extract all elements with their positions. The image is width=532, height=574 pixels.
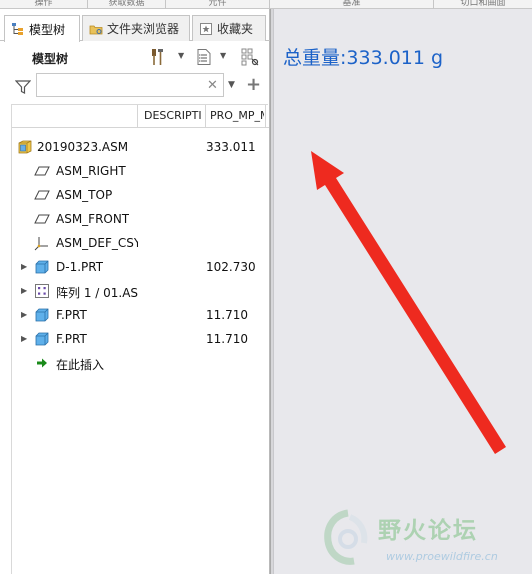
watermark-title: 野火论坛 — [378, 518, 478, 544]
forum-watermark: 野火论坛 www.proewildfire.cn — [320, 505, 530, 571]
red-arrow-shape — [311, 151, 506, 454]
annotation-arrow — [311, 151, 506, 454]
watermark-url: www.proewildfire.cn — [386, 550, 498, 563]
watermark-logo — [324, 509, 368, 565]
